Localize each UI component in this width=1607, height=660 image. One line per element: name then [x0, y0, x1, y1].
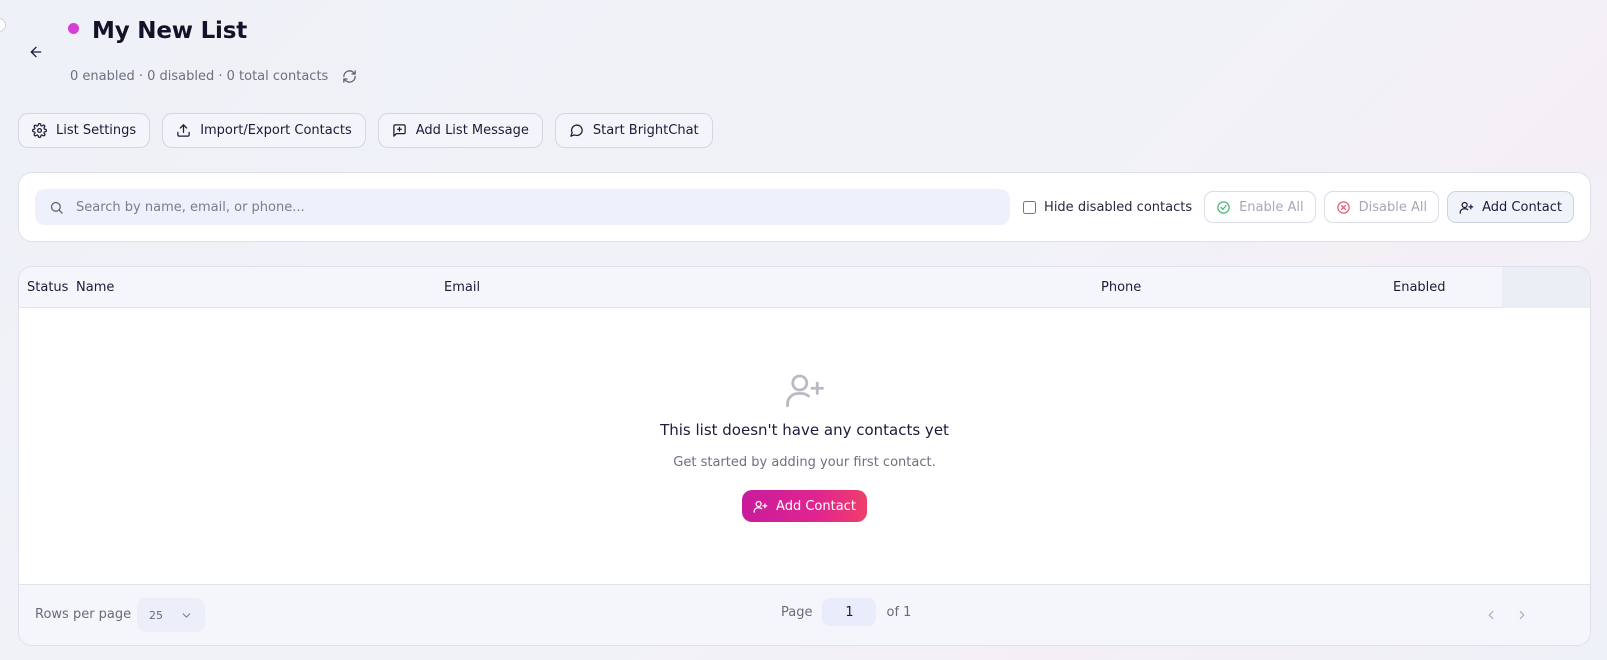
empty-state: This list doesn't have any contacts yet …: [19, 309, 1590, 585]
refresh-icon: [343, 69, 356, 83]
column-actions: [1502, 267, 1590, 308]
column-name[interactable]: Name: [76, 280, 114, 295]
column-enabled[interactable]: Enabled: [1393, 280, 1446, 295]
next-page-button[interactable]: [1513, 606, 1531, 624]
column-email[interactable]: Email: [444, 280, 480, 295]
search-box[interactable]: [35, 189, 1011, 225]
rows-per-page-label: Rows per page: [35, 607, 132, 622]
column-status[interactable]: Status: [27, 280, 68, 295]
chevron-right-icon: [1519, 610, 1525, 620]
enable-all-button[interactable]: Enable All: [1204, 191, 1316, 223]
pagination: Page of 1: [781, 598, 911, 626]
disable-all-button[interactable]: Disable All: [1323, 191, 1440, 223]
page-title: My New List: [92, 18, 248, 44]
user-plus-icon: [753, 500, 768, 513]
table-header: Status Name Email Phone Enabled: [19, 267, 1590, 308]
search-input[interactable]: [76, 199, 997, 215]
contact-counts: 0 enabled · 0 disabled · 0 total contact…: [70, 68, 329, 84]
back-button[interactable]: [24, 40, 48, 64]
user-plus-icon: [785, 374, 824, 408]
add-contact-label: Add Contact: [1482, 199, 1562, 215]
check-circle-icon: [1217, 200, 1230, 214]
start-brightchat-button[interactable]: Start BrightChat: [554, 113, 713, 148]
hide-disabled-toggle[interactable]: Hide disabled contacts: [1023, 200, 1192, 215]
hide-disabled-label: Hide disabled contacts: [1044, 199, 1193, 215]
contact-summary: 0 enabled · 0 disabled · 0 total contact…: [70, 67, 358, 85]
gear-icon: [32, 123, 47, 138]
add-list-message-button[interactable]: Add List Message: [377, 113, 543, 148]
list-settings-label: List Settings: [56, 123, 137, 138]
rows-per-page-select[interactable]: 25: [137, 598, 205, 632]
empty-state-subtitle: Get started by adding your first contact…: [673, 455, 936, 470]
add-list-message-label: Add List Message: [415, 123, 529, 138]
empty-state-title: This list doesn't have any contacts yet: [660, 421, 949, 439]
refresh-button[interactable]: [340, 67, 358, 85]
search-icon: [50, 201, 63, 214]
user-plus-icon: [1459, 201, 1474, 214]
x-circle-icon: [1336, 200, 1350, 214]
table-footer: Rows per page 25 Page of 1: [19, 584, 1590, 645]
chevron-down-icon: [182, 612, 191, 618]
arrow-left-icon: [30, 46, 42, 58]
page-number-input[interactable]: [822, 598, 877, 626]
empty-add-contact-button[interactable]: Add Contact: [742, 490, 867, 522]
empty-add-contact-label: Add Contact: [776, 498, 856, 514]
page-total: of 1: [886, 604, 912, 620]
hide-disabled-checkbox[interactable]: [1023, 200, 1037, 214]
page-header: My New List: [68, 18, 247, 44]
contacts-table: Status Name Email Phone Enabled This lis…: [18, 266, 1591, 646]
column-phone[interactable]: Phone: [1101, 280, 1141, 295]
add-contact-button[interactable]: Add Contact: [1447, 191, 1574, 223]
disable-all-label: Disable All: [1358, 199, 1428, 215]
list-color-dot: [68, 22, 79, 34]
contacts-toolbar: Hide disabled contacts Enable All Disabl…: [18, 172, 1591, 242]
chat-bubble-icon: [570, 124, 583, 137]
upload-icon: [177, 124, 190, 137]
message-plus-icon: [393, 124, 406, 137]
list-actions: List Settings Import/Export Contacts Add…: [18, 113, 713, 148]
import-export-label: Import/Export Contacts: [200, 123, 352, 138]
enable-all-label: Enable All: [1239, 199, 1304, 215]
page-label: Page: [781, 604, 813, 620]
previous-page-button[interactable]: [1482, 606, 1500, 624]
chevron-left-icon: [1488, 610, 1494, 620]
list-settings-button[interactable]: List Settings: [18, 113, 151, 148]
rows-per-page-value: 25: [149, 608, 163, 622]
import-export-button[interactable]: Import/Export Contacts: [162, 113, 366, 148]
sidebar-toggle-handle[interactable]: [0, 18, 6, 32]
start-brightchat-label: Start BrightChat: [592, 123, 699, 138]
